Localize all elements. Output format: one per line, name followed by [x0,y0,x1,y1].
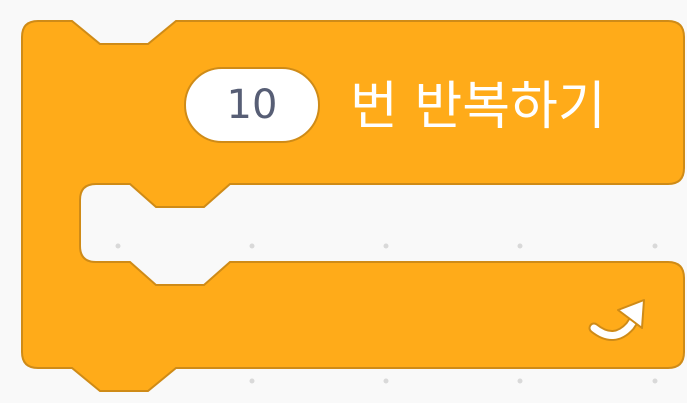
repeat-block[interactable] [0,0,687,403]
repeat-label: 번 반복하기 [350,77,606,137]
repeat-count-input[interactable]: 10 [184,67,320,143]
loop-arrow-icon [588,299,645,341]
